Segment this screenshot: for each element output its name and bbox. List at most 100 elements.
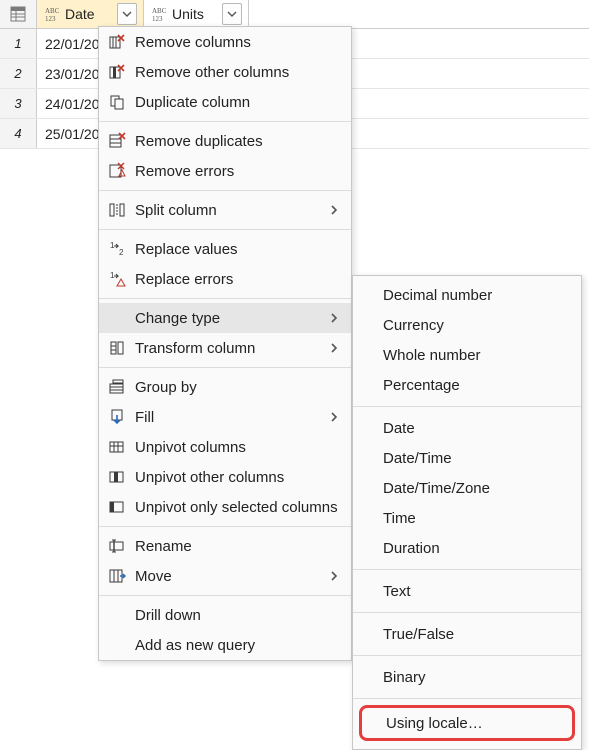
sub-duration[interactable]: Duration [353, 533, 581, 563]
column-header-label: Date [65, 6, 113, 22]
ctx-remove-duplicates[interactable]: Remove duplicates [99, 126, 351, 156]
sub-date[interactable]: Date [353, 413, 581, 443]
remove-other-columns-icon [107, 62, 127, 82]
ctx-label: Remove duplicates [135, 133, 263, 150]
change-type-submenu: Decimal number Currency Whole number Per… [352, 275, 582, 750]
ctx-label: Remove errors [135, 163, 234, 180]
ctx-label: Replace values [135, 241, 238, 258]
sub-label: Time [383, 510, 416, 527]
column-header-label: Units [172, 6, 218, 22]
sub-datetime[interactable]: Date/Time [353, 443, 581, 473]
sub-label: Whole number [383, 347, 481, 364]
ctx-label: Duplicate column [135, 94, 250, 111]
sub-label: Duration [383, 540, 440, 557]
ctx-label: Rename [135, 538, 192, 555]
ctx-split-column[interactable]: Split column [99, 195, 351, 225]
ctx-rename[interactable]: Rename [99, 531, 351, 561]
sub-separator [353, 406, 581, 407]
ctx-label: Remove columns [135, 34, 251, 51]
ctx-unpivot-only-selected[interactable]: Unpivot only selected columns [99, 492, 351, 522]
ctx-separator [99, 121, 351, 122]
svg-text:123: 123 [152, 15, 163, 23]
ctx-separator [99, 190, 351, 191]
column-context-menu: Remove columns Remove other columns Dupl… [98, 26, 352, 661]
ctx-separator [99, 595, 351, 596]
ctx-add-as-new-query[interactable]: Add as new query [99, 630, 351, 660]
ctx-label: Fill [135, 409, 154, 426]
svg-text:ABC: ABC [152, 7, 167, 15]
ctx-remove-columns[interactable]: Remove columns [99, 27, 351, 57]
row-number[interactable]: 1 [0, 29, 37, 58]
remove-errors-icon [107, 161, 127, 181]
column-filter-dropdown[interactable] [222, 3, 242, 25]
unpivot-selected-icon [107, 497, 127, 517]
ctx-separator [99, 367, 351, 368]
sub-label: True/False [383, 626, 454, 643]
row-number[interactable]: 4 [0, 119, 37, 148]
chevron-right-icon [329, 341, 339, 355]
duplicate-column-icon [107, 92, 127, 112]
ctx-remove-errors[interactable]: Remove errors [99, 156, 351, 186]
ctx-label: Split column [135, 202, 217, 219]
sub-label: Text [383, 583, 411, 600]
sub-decimal-number[interactable]: Decimal number [353, 280, 581, 310]
svg-text:ABC: ABC [45, 7, 60, 15]
ctx-remove-other-columns[interactable]: Remove other columns [99, 57, 351, 87]
ctx-separator [99, 298, 351, 299]
replace-errors-icon: 1 [107, 269, 127, 289]
chevron-right-icon [329, 203, 339, 217]
column-filter-dropdown[interactable] [117, 3, 137, 25]
row-number[interactable]: 2 [0, 59, 37, 88]
ctx-group-by[interactable]: Group by [99, 372, 351, 402]
ctx-change-type[interactable]: Change type [99, 303, 351, 333]
sub-currency[interactable]: Currency [353, 310, 581, 340]
transform-column-icon [107, 338, 127, 358]
sub-datetimezone[interactable]: Date/Time/Zone [353, 473, 581, 503]
ctx-label: Transform column [135, 340, 255, 357]
ctx-label: Move [135, 568, 172, 585]
sub-binary[interactable]: Binary [353, 662, 581, 692]
ctx-label: Unpivot other columns [135, 469, 284, 486]
sub-separator [353, 569, 581, 570]
row-number[interactable]: 3 [0, 89, 37, 118]
sub-whole-number[interactable]: Whole number [353, 340, 581, 370]
table-corner-icon[interactable] [0, 0, 37, 28]
column-header-units[interactable]: ABC 123 Units [144, 0, 249, 28]
svg-text:2: 2 [119, 248, 124, 257]
ctx-separator [99, 229, 351, 230]
fill-icon [107, 407, 127, 427]
sub-label: Date/Time [383, 450, 452, 467]
ctx-replace-errors[interactable]: 1 Replace errors [99, 264, 351, 294]
sub-label: Percentage [383, 377, 460, 394]
split-column-icon [107, 200, 127, 220]
ctx-replace-values[interactable]: 1 2 Replace values [99, 234, 351, 264]
sub-using-locale[interactable]: Using locale… [362, 708, 572, 738]
svg-text:123: 123 [45, 15, 56, 23]
column-header-date[interactable]: ABC 123 Date [37, 0, 144, 28]
remove-columns-icon [107, 32, 127, 52]
ctx-fill[interactable]: Fill [99, 402, 351, 432]
sub-time[interactable]: Time [353, 503, 581, 533]
replace-values-icon: 1 2 [107, 239, 127, 259]
sub-label: Decimal number [383, 287, 492, 304]
ctx-unpivot-other-columns[interactable]: Unpivot other columns [99, 462, 351, 492]
sub-separator [353, 698, 581, 699]
ctx-move[interactable]: Move [99, 561, 351, 591]
move-icon [107, 566, 127, 586]
ctx-separator [99, 526, 351, 527]
sub-label: Currency [383, 317, 444, 334]
sub-label: Binary [383, 669, 426, 686]
ctx-drill-down[interactable]: Drill down [99, 600, 351, 630]
sub-text[interactable]: Text [353, 576, 581, 606]
ctx-unpivot-columns[interactable]: Unpivot columns [99, 432, 351, 462]
sub-true-false[interactable]: True/False [353, 619, 581, 649]
ctx-duplicate-column[interactable]: Duplicate column [99, 87, 351, 117]
ctx-transform-column[interactable]: Transform column [99, 333, 351, 363]
any-type-icon: ABC 123 [150, 5, 168, 23]
ctx-label: Replace errors [135, 271, 233, 288]
ctx-label: Remove other columns [135, 64, 289, 81]
sub-label: Using locale… [386, 715, 483, 732]
sub-percentage[interactable]: Percentage [353, 370, 581, 400]
any-type-icon: ABC 123 [43, 5, 61, 23]
rename-icon [107, 536, 127, 556]
